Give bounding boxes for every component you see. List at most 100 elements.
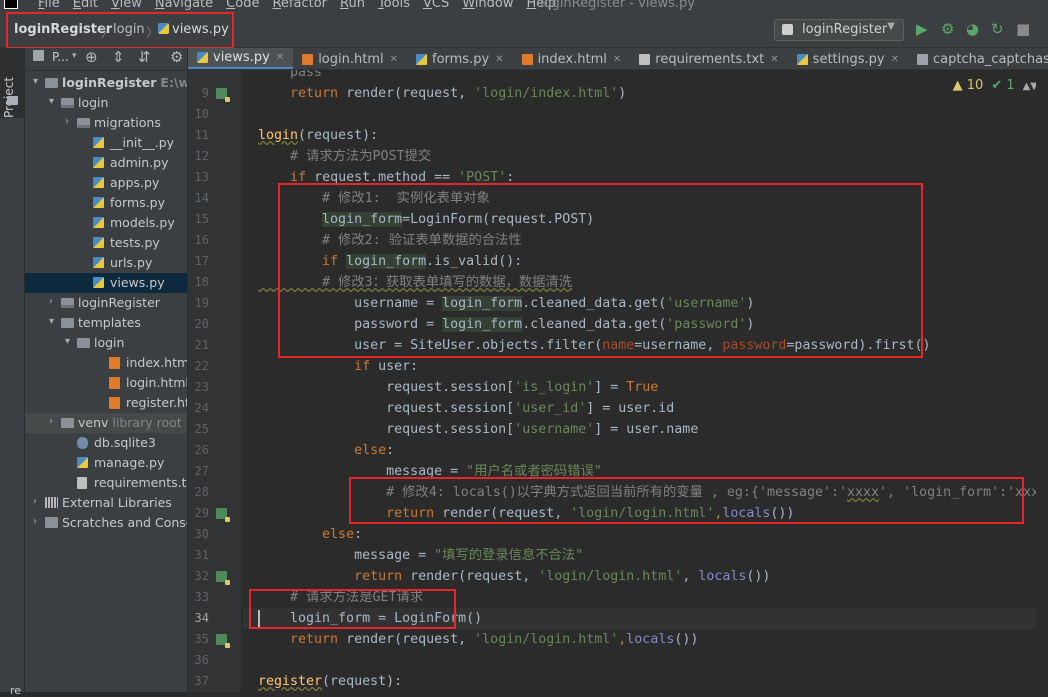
menu-vcs[interactable]: VCS [423,0,449,11]
chevron-right-icon[interactable]: › [49,296,53,307]
editor-tab[interactable]: views.py ✕ [188,48,294,69]
tree-item[interactable]: › Scratches and Consc [25,513,187,533]
chevron-right-icon[interactable]: › [65,116,69,127]
view-url-gutter-icon[interactable] [216,571,230,585]
locate-file-icon[interactable]: ⊕ [85,48,98,66]
gear-icon[interactable]: ⚙ [170,48,183,66]
tree-item[interactable]: manage.py [25,453,187,473]
editor-scrollbar[interactable] [1036,70,1048,692]
coverage-icon[interactable]: ◕ [966,20,979,38]
tree-item[interactable]: ▾ login [25,333,187,353]
tree-item[interactable]: views.py [25,273,187,293]
menu-view[interactable]: View [111,0,142,11]
code-token: ) [746,296,755,311]
close-icon[interactable]: ✕ [495,54,503,65]
collapse-all-icon[interactable]: ⇵ [138,48,151,66]
tree-item[interactable]: urls.py [25,253,187,273]
tree-item[interactable]: › migrations [25,113,187,133]
view-url-gutter-icon[interactable] [216,508,230,522]
django-config-icon [782,24,793,35]
close-icon[interactable]: ✕ [891,54,899,65]
stop-icon[interactable]: ■ [1016,20,1030,38]
breadcrumb-project[interactable]: loginRegister [14,22,112,37]
code-editor[interactable]: 9 10 11 12 13 14 15 16 17 18 19 20 21 22 23 24 25 26 27 28 2… [188,70,1048,692]
chevron-right-icon[interactable]: › [49,416,53,427]
menu-edit[interactable]: Edit [73,0,98,11]
expand-all-icon[interactable]: ⇕ [112,48,125,66]
code-token: password = [258,317,443,332]
chevron-down-icon[interactable]: ▾ [33,76,38,87]
code-token: return [290,632,347,647]
editor-tab[interactable]: settings.py ✕ [788,48,908,69]
tree-item[interactable]: ▾ templates [25,313,187,333]
tree-item[interactable]: admin.py [25,153,187,173]
menu-run[interactable]: Run [340,0,365,11]
code-token: login_form [346,254,427,269]
tree-item[interactable]: › venv library root [25,413,187,433]
tree-item[interactable]: ▾ login [25,93,187,113]
tree-item[interactable]: tests.py [25,233,187,253]
menu-file[interactable]: File [38,0,60,11]
editor-tab[interactable]: captcha_captchastore✕ [908,48,1048,69]
menu-window[interactable]: Window [462,0,513,11]
code-line: message = "填写的登录信息不合法" [258,545,583,566]
chevron-right-icon[interactable]: › [33,496,37,507]
menu-navigate[interactable]: Navigate [155,0,213,11]
editor-tab[interactable]: requirements.txt ✕ [630,48,787,69]
tree-item[interactable]: db.sqlite3 [25,433,187,453]
chevron-down-icon[interactable]: ▾ [49,316,54,327]
chevron-down-icon[interactable]: ▾ [49,96,54,107]
tree-item-label: login [78,95,108,110]
tree-item[interactable]: register.htm [25,393,187,413]
menu-bar: File Edit View Navigate Code Refactor Ru… [0,0,1048,12]
code-token: .cleaned_data.get( [522,296,667,311]
close-icon[interactable]: ✕ [770,54,778,65]
weak-warning-count: ✔ 1 [991,78,1015,93]
tree-item[interactable]: __init__.py [25,133,187,153]
code-line: pass [258,70,322,83]
breadcrumb-file[interactable]: views.py [158,22,229,37]
close-icon[interactable]: ✕ [613,54,621,65]
editor-tab[interactable]: index.html ✕ [513,48,631,69]
tree-item[interactable]: forms.py [25,193,187,213]
menu-refactor[interactable]: Refactor [272,0,327,11]
code-token: ()) [746,569,771,584]
project-tool-tab[interactable]: Project [0,48,25,118]
project-view-select[interactable]: P... [52,50,69,64]
tree-item[interactable]: requirements.txt [25,473,187,493]
editor-tab[interactable]: forms.py ✕ [407,48,513,69]
tree-item[interactable]: login.html [25,373,187,393]
tree-item-label: templates [78,315,141,330]
chevron-down-icon[interactable]: ▾ [65,336,70,347]
tree-item-text: loginRegister [62,75,157,90]
tree-item[interactable]: models.py [25,213,187,233]
view-url-gutter-icon[interactable] [216,88,230,102]
run-configuration-select[interactable]: loginRegister ▼ [774,19,904,41]
breadcrumb-folder[interactable]: login [113,22,145,37]
editor-tab-label: captcha_captchastore [932,51,1048,67]
menu-mnemonic: H [526,0,537,11]
chevron-right-icon[interactable]: › [33,516,37,527]
view-url-gutter-icon[interactable] [216,634,230,648]
tree-item[interactable]: ▾ loginRegisterE:\wo [25,73,187,93]
run-icon[interactable]: ▶ [916,20,928,38]
tree-item-label: __init__.py [110,135,174,150]
code-token: ', 'login_form':'xxx'} [879,485,1048,500]
menu-code[interactable]: Code [226,0,259,11]
close-icon[interactable]: ✕ [276,52,284,63]
inspection-widget[interactable]: ▲ 10 ✔ 1 ▲▼ [953,78,1038,93]
tree-item[interactable]: › External Libraries [25,493,187,513]
structure-tool-label[interactable]: re [10,684,21,697]
menu-tools[interactable]: Tools [378,0,410,11]
close-icon[interactable]: ✕ [390,54,398,65]
tree-item[interactable]: apps.py [25,173,187,193]
chevron-down-icon[interactable]: ▾ [72,51,77,61]
editor-tab[interactable]: login.html ✕ [293,48,407,69]
tree-item[interactable]: index.html [25,353,187,373]
profile-icon[interactable]: ↻ [991,20,1004,38]
debug-icon[interactable]: ⚙ [941,20,954,38]
line-number: 19 [194,296,209,310]
code-token: # 请求方法是GET请求 [258,590,424,605]
tree-item[interactable]: › loginRegister [25,293,187,313]
